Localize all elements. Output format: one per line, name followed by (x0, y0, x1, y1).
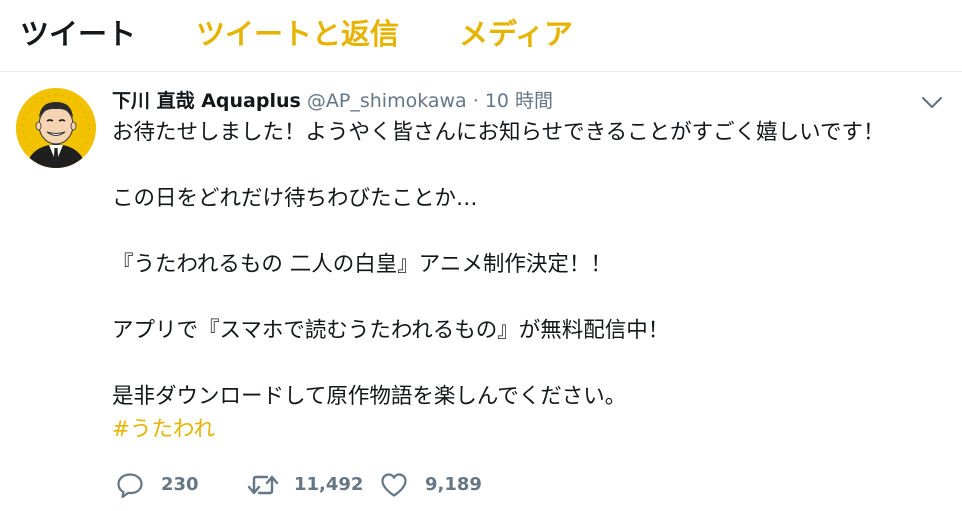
tweet-menu-button[interactable] (921, 94, 943, 112)
retweet-button[interactable]: 11,492 (244, 468, 363, 502)
chevron-down-icon (921, 96, 943, 109)
tweet-line: 『うたわれるもの 二人の白皇』アニメ制作決定！！ (112, 252, 612, 277)
tab-media[interactable]: メディア (459, 14, 573, 54)
header-separator: · (472, 90, 479, 112)
tweet-line: アプリで『スマホで読むうたわれるもの』が無料配信中！ (112, 318, 670, 343)
reply-count: 230 (161, 474, 199, 495)
avatar[interactable] (16, 88, 96, 168)
retweet-count: 11,492 (294, 474, 364, 495)
tweet-text: お待たせしました！ようやく皆さんにお知らせできることがすごく嬉しいです！ この日… (112, 116, 954, 446)
tweet-header: 下川 直哉 Aquaplus @AP_shimokawa · 10 時間 (112, 86, 553, 116)
avatar-illustration (16, 88, 96, 168)
tweet-timestamp[interactable]: 10 時間 (485, 90, 553, 112)
retweet-icon (247, 475, 279, 495)
hashtag-link[interactable]: #うたわれ (112, 417, 215, 442)
tweet-line: この日をどれだけ待ちわびたことか… (112, 186, 478, 211)
like-button[interactable]: 9,189 (378, 468, 482, 502)
author-name[interactable]: 下川 直哉 Aquaplus (112, 90, 301, 112)
heart-icon (381, 473, 407, 497)
tweet-line: お待たせしました！ようやく皆さんにお知らせできることがすごく嬉しいです！ (112, 120, 885, 145)
tweet-line: 是非ダウンロードして原作物語を楽しんでください。 (112, 384, 627, 409)
like-count: 9,189 (425, 474, 482, 495)
tabs-divider (0, 71, 962, 72)
tab-tweets[interactable]: ツイート (20, 14, 136, 54)
profile-tabs: ツイート ツイートと返信 メディア (0, 0, 962, 70)
reply-button[interactable]: 230 (112, 468, 202, 502)
author-handle[interactable]: @AP_shimokawa (307, 90, 467, 112)
tab-tweets-and-replies[interactable]: ツイートと返信 (196, 14, 399, 54)
reply-icon (117, 473, 143, 498)
